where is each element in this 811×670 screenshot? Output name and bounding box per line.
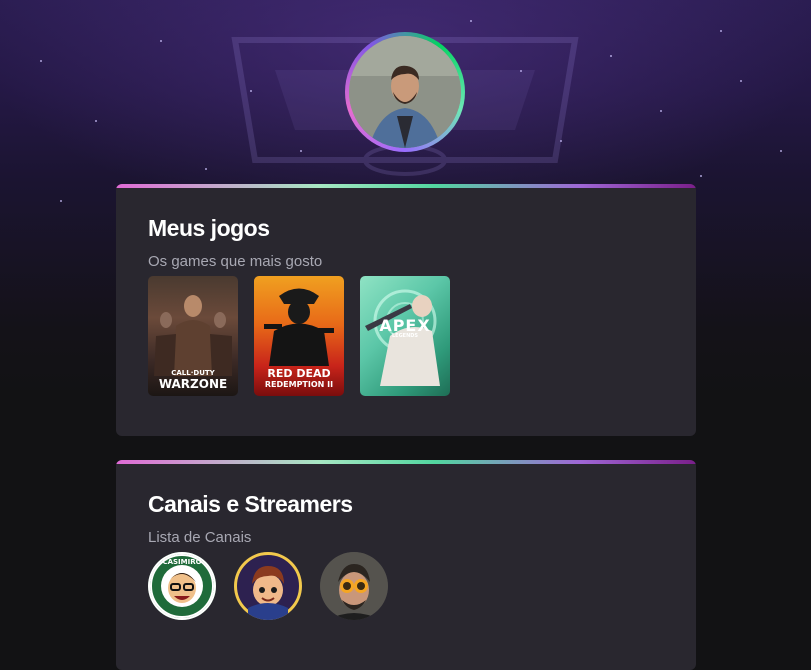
profile-photo-icon <box>349 36 461 148</box>
channels-card: Canais e Streamers Lista de Canais CASIM… <box>116 460 696 670</box>
game-warzone-caption: CALL·DUTY WARZONE <box>158 369 228 391</box>
game-apex-legends[interactable]: APEX LEGENDS <box>360 276 450 396</box>
sunglasses-streamer-avatar-icon <box>320 552 388 620</box>
game-rdr2-caption: RED DEAD REDEMPTION II <box>264 367 334 389</box>
profile-avatar[interactable] <box>345 32 465 152</box>
games-card: Meus jogos Os games que mais gosto CALL·… <box>116 184 696 436</box>
cartoon-streamer-avatar-icon <box>235 553 301 620</box>
game-red-dead-redemption-2[interactable]: RED DEAD REDEMPTION II <box>254 276 344 396</box>
svg-text:CASIMIRO: CASIMIRO <box>162 558 201 566</box>
channels-title: Canais e Streamers <box>148 491 353 517</box>
channel-casimiro[interactable]: CASIMIRO <box>148 552 216 620</box>
games-subtitle: Os games que mais gosto <box>148 253 323 270</box>
channel-cartoon-streamer[interactable] <box>234 552 302 620</box>
games-list: CALL·DUTY WARZONE RED DEAD REDEMPTION II <box>148 276 450 396</box>
channels-list: CASIMIRO <box>148 552 388 620</box>
channels-subtitle: Lista de Canais <box>148 529 252 546</box>
games-title: Meus jogos <box>148 215 270 241</box>
game-apex-caption: APEX LEGENDS <box>379 316 431 340</box>
casimiro-channel-avatar-icon: CASIMIRO <box>150 554 214 618</box>
game-warzone[interactable]: CALL·DUTY WARZONE <box>148 276 238 396</box>
channel-sunglasses-streamer[interactable] <box>320 552 388 620</box>
